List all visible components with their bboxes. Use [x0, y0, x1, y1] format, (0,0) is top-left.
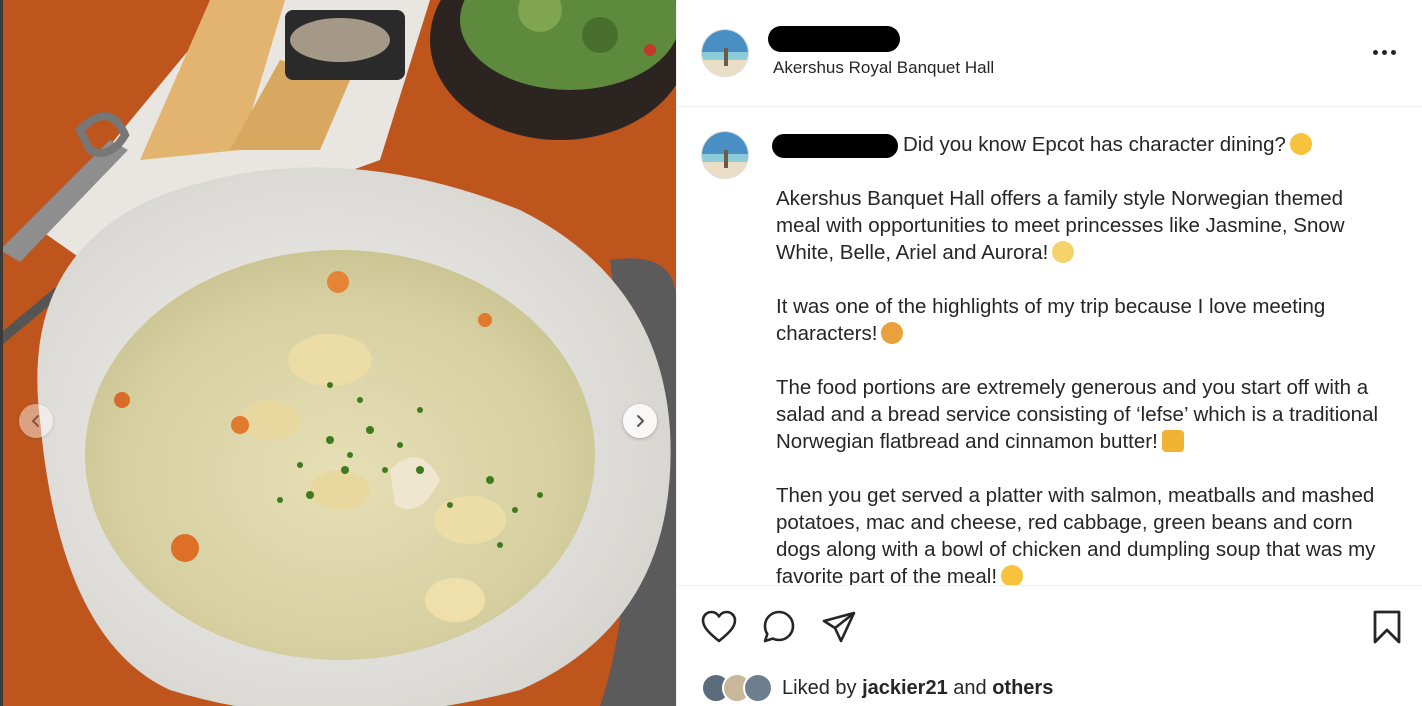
- smiling-face-emoji-icon: [1001, 565, 1024, 585]
- carousel-prev-button[interactable]: [19, 404, 53, 438]
- post-location[interactable]: Akershus Royal Banquet Hall: [773, 58, 994, 78]
- bookmark-icon: [1373, 610, 1401, 644]
- caption-scroll-area[interactable]: Did you know Epcot has character dining?…: [677, 108, 1422, 586]
- heart-icon: [701, 610, 737, 643]
- save-button[interactable]: [1367, 607, 1407, 647]
- post-details-panel: Akershus Royal Banquet Hall Did you know…: [676, 0, 1422, 706]
- comment-icon: [763, 610, 795, 643]
- like-button[interactable]: [699, 607, 739, 647]
- avatar-beach-image: [702, 30, 748, 76]
- likes-others-link[interactable]: others: [992, 677, 1053, 699]
- instagram-post-viewer: Akershus Royal Banquet Hall Did you know…: [0, 0, 1422, 706]
- comment-button[interactable]: [759, 607, 799, 647]
- post-caption: Did you know Epcot has character dining?…: [776, 131, 1386, 586]
- carousel-next-button[interactable]: [623, 404, 657, 438]
- likes-conjunction: and: [953, 676, 987, 699]
- food-photo: [0, 0, 676, 706]
- likes-summary: Liked by jackier21 and others: [701, 671, 1053, 705]
- likes-prefix: Liked by: [782, 676, 857, 699]
- share-button[interactable]: [819, 607, 859, 647]
- caption-paragraph: Then you get served a platter with salmo…: [776, 484, 1376, 586]
- caption-paragraph: The food portions are extremely generous…: [776, 376, 1379, 453]
- princess-emoji-icon: [1052, 241, 1075, 263]
- avatar-beach-image: [702, 132, 748, 178]
- redacted-username: [768, 26, 900, 52]
- post-header: Akershus Royal Banquet Hall: [677, 0, 1422, 107]
- caption-paragraph: It was one of the highlights of my trip …: [776, 295, 1326, 345]
- author-avatar[interactable]: [701, 29, 749, 77]
- butter-emoji-icon: [1161, 430, 1184, 452]
- more-options-button[interactable]: [1369, 40, 1399, 64]
- chevron-left-icon: [32, 415, 39, 427]
- liker-username-link[interactable]: jackier21: [862, 677, 948, 699]
- liker-avatar[interactable]: [743, 673, 773, 703]
- caption-first-line: Did you know Epcot has character dining?: [903, 133, 1286, 156]
- heart-eyes-emoji-icon: [1289, 133, 1312, 155]
- share-icon: [822, 611, 856, 643]
- likes-text: Liked by jackier21 and others: [782, 677, 1053, 700]
- post-image: [0, 0, 676, 706]
- party-popper-emoji-icon: [881, 322, 904, 344]
- more-options-icon: [1372, 49, 1378, 55]
- caption-author-avatar[interactable]: [701, 131, 749, 179]
- post-actions-bar: [677, 587, 1422, 667]
- chevron-right-icon: [637, 415, 644, 427]
